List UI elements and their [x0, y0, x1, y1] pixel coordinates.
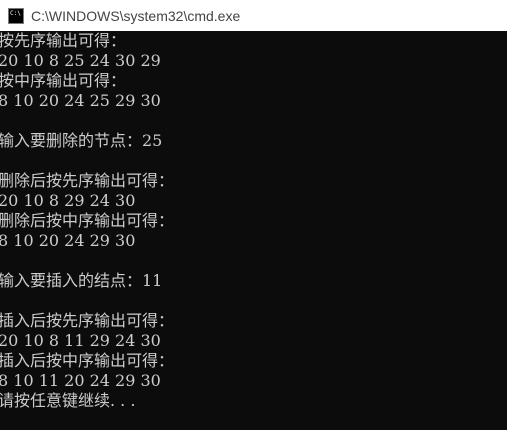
console-line: 输入要删除的节点：25 [0, 131, 163, 150]
console-line: 插入后按中序输出可得： [0, 351, 175, 370]
window-title: C:\WINDOWS\system32\cmd.exe [31, 7, 241, 24]
console-line: 删除后按中序输出可得： [0, 211, 175, 230]
console-line: 8 10 20 24 25 29 30 [0, 91, 161, 110]
cmd-window: C:\ C:\WINDOWS\system32\cmd.exe 按先序输出可得：… [0, 0, 507, 430]
console-line: 删除后按先序输出可得： [0, 171, 175, 190]
title-bar[interactable]: C:\ C:\WINDOWS\system32\cmd.exe [0, 0, 507, 31]
console-line: 20 10 8 29 24 30 [0, 191, 136, 210]
console-line: 插入后按先序输出可得： [0, 311, 175, 330]
console-line: 20 10 8 11 29 24 30 [0, 331, 161, 350]
console-line: 请按任意键继续. . . [0, 391, 136, 410]
console-line: 8 10 11 20 24 29 30 [0, 371, 161, 390]
console-line: 输入要插入的结点：11 [0, 271, 163, 290]
console-line: 8 10 20 24 29 30 [0, 231, 136, 250]
console-line: 20 10 8 25 24 30 29 [0, 51, 161, 70]
console-output[interactable]: 按先序输出可得： 20 10 8 25 24 30 29 按中序输出可得： 8 … [0, 31, 507, 430]
console-line: 按中序输出可得： [0, 71, 127, 90]
console-line: 按先序输出可得： [0, 31, 127, 50]
cmd-icon: C:\ [8, 7, 24, 24]
